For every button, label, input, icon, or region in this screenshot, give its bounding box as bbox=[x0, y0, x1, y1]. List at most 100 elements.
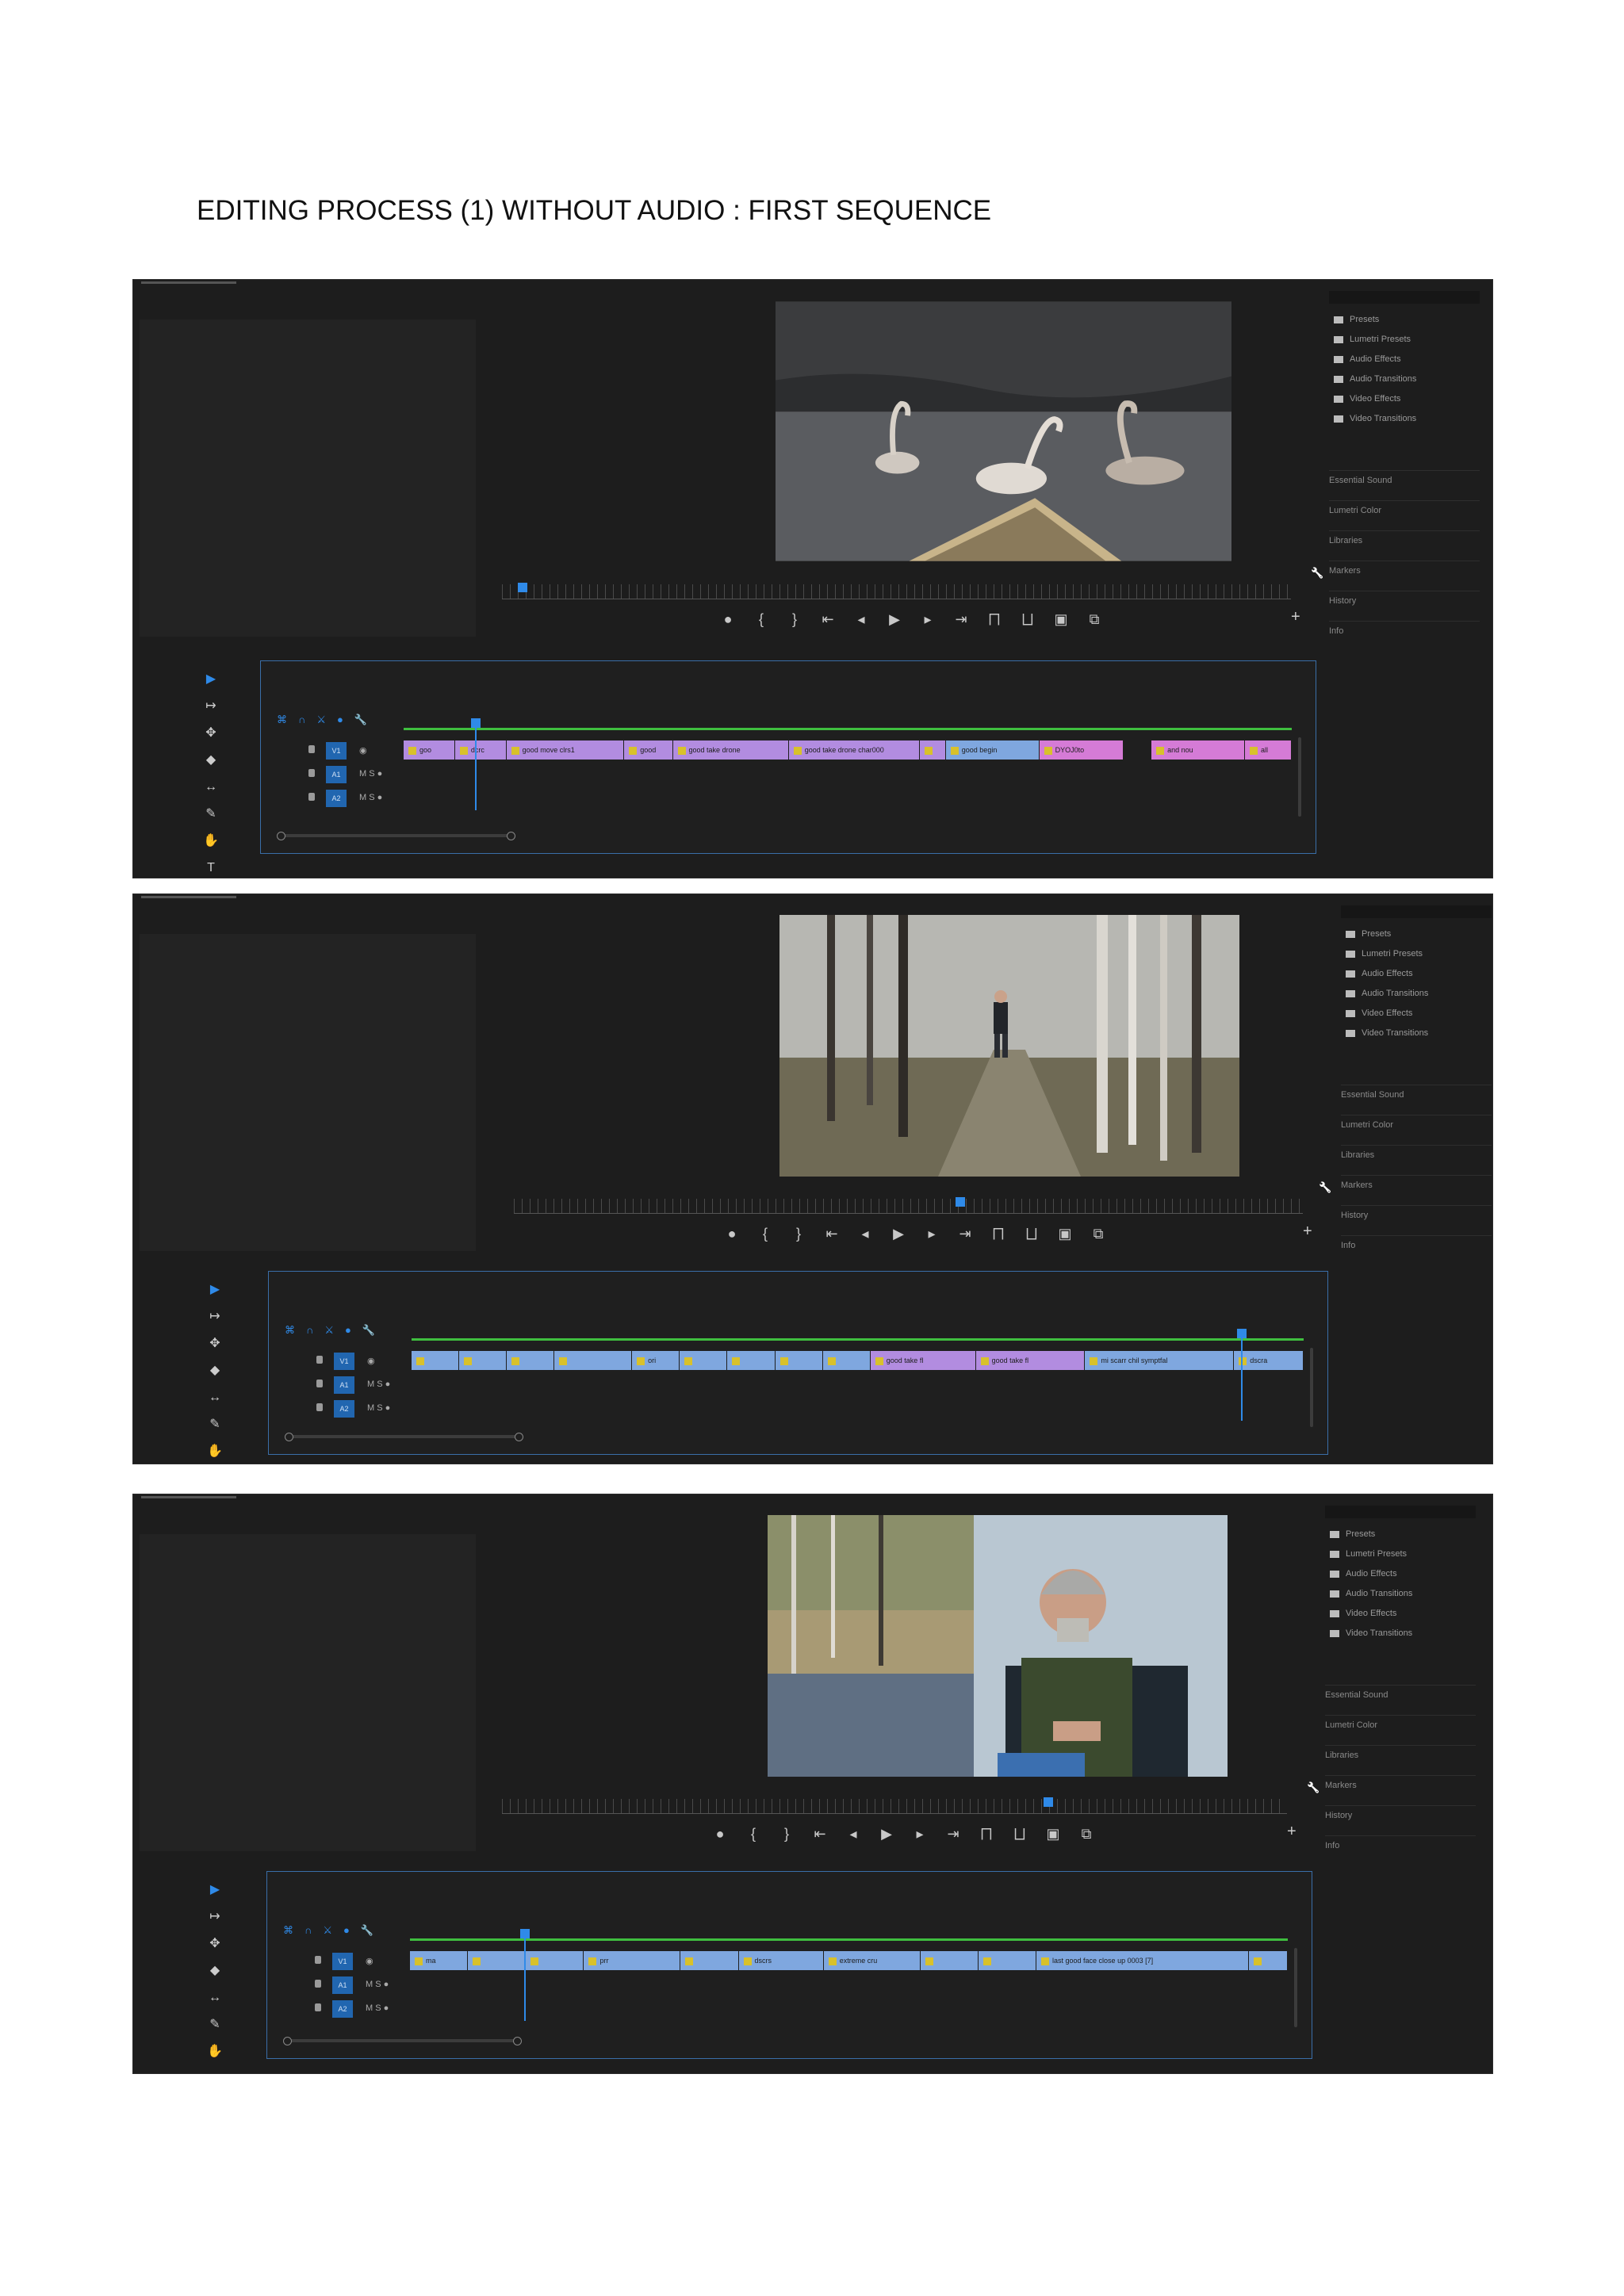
timeline-vertical-scrollbar[interactable] bbox=[1298, 737, 1301, 817]
step-back-icon[interactable]: ◂ bbox=[853, 611, 869, 628]
type-tool-icon[interactable]: T bbox=[207, 2071, 223, 2073]
mark-out-icon[interactable]: } bbox=[787, 611, 802, 628]
effects-folder-item[interactable]: Lumetri Presets bbox=[1330, 1549, 1407, 1559]
extract-icon[interactable]: ⨆ bbox=[1012, 1826, 1028, 1843]
right-panel-section[interactable]: History bbox=[1341, 1205, 1492, 1220]
timeline-clip[interactable] bbox=[1249, 1951, 1288, 1970]
track-select-icon[interactable]: ↦ bbox=[203, 698, 219, 714]
timeline-clip[interactable] bbox=[507, 1351, 555, 1370]
step-back-icon[interactable]: ◂ bbox=[845, 1826, 861, 1843]
timeline-clip[interactable]: prr bbox=[584, 1951, 681, 1970]
timeline-clip[interactable] bbox=[727, 1351, 776, 1370]
selection-tool-icon[interactable]: ▶ bbox=[203, 672, 219, 687]
type-tool-icon[interactable]: T bbox=[203, 860, 219, 876]
step-back-icon[interactable]: ◂ bbox=[857, 1226, 873, 1242]
go-to-out-icon[interactable]: ⇥ bbox=[953, 611, 969, 628]
lock-icon[interactable] bbox=[308, 769, 315, 777]
timeline-vertical-scrollbar[interactable] bbox=[1310, 1348, 1313, 1427]
timeline-clip[interactable] bbox=[822, 1351, 871, 1370]
effects-folder-item[interactable]: Audio Transitions bbox=[1346, 989, 1428, 998]
effects-search-input[interactable] bbox=[1325, 1506, 1476, 1518]
track-header-v1[interactable]: V1 ◉ bbox=[310, 1353, 397, 1370]
timeline-clip[interactable] bbox=[554, 1351, 633, 1370]
lock-icon[interactable] bbox=[316, 1403, 323, 1411]
eye-icon[interactable]: ◉ bbox=[367, 1356, 375, 1366]
add-marker-icon[interactable]: ● bbox=[724, 1226, 740, 1242]
go-to-out-icon[interactable]: ⇥ bbox=[945, 1826, 961, 1843]
selection-tool-icon[interactable]: ▶ bbox=[207, 1882, 223, 1898]
track-target-v1[interactable]: V1 bbox=[334, 1353, 354, 1370]
razor-icon[interactable]: ◆ bbox=[207, 1963, 223, 1979]
timeline-playhead[interactable] bbox=[474, 723, 477, 810]
program-playhead[interactable] bbox=[1044, 1797, 1054, 1807]
mic-icon[interactable]: M S ● bbox=[359, 769, 382, 779]
timeline-clip[interactable]: last good face close up 0003 [7] bbox=[1036, 1951, 1250, 1970]
track-header-v1[interactable]: V1 ◉ bbox=[302, 742, 389, 760]
go-to-in-icon[interactable]: ⇤ bbox=[812, 1826, 828, 1843]
scroll-handle-left[interactable] bbox=[285, 1433, 293, 1441]
lock-icon[interactable] bbox=[308, 793, 315, 801]
razor-icon[interactable]: ◆ bbox=[203, 752, 219, 768]
effects-folder-item[interactable]: Presets bbox=[1330, 1529, 1375, 1539]
effects-folder-item[interactable]: Presets bbox=[1334, 315, 1379, 324]
track-header-v1[interactable]: V1 ◉ bbox=[308, 1953, 396, 1970]
right-panel-section[interactable]: Libraries bbox=[1325, 1745, 1476, 1760]
timeline-clip[interactable] bbox=[680, 1351, 728, 1370]
effects-search-input[interactable] bbox=[1341, 905, 1492, 918]
right-panel-section[interactable]: Essential Sound bbox=[1325, 1685, 1476, 1700]
pen-tool-icon[interactable]: ✎ bbox=[203, 806, 219, 822]
mark-out-icon[interactable]: } bbox=[779, 1826, 795, 1843]
timeline-playhead[interactable] bbox=[1241, 1334, 1243, 1421]
timeline-clip[interactable]: mi scarr chil symptfal bbox=[1085, 1351, 1235, 1370]
hand-tool-icon[interactable]: ✋ bbox=[207, 2044, 223, 2060]
go-to-in-icon[interactable]: ⇤ bbox=[824, 1226, 840, 1242]
hand-tool-icon[interactable]: ✋ bbox=[207, 1444, 223, 1460]
pen-tool-icon[interactable]: ✎ bbox=[207, 1417, 223, 1433]
step-forward-icon[interactable]: ▸ bbox=[924, 1226, 940, 1242]
timeline-settings-icon[interactable]: 🔧 bbox=[361, 1924, 385, 1936]
timeline-clip[interactable]: dcrc bbox=[454, 740, 507, 760]
right-panel-section[interactable]: Info bbox=[1341, 1235, 1492, 1250]
play-icon[interactable]: ▶ bbox=[887, 611, 902, 628]
effects-folder-item[interactable]: Video Effects bbox=[1334, 394, 1400, 404]
wrench-icon[interactable]: 🔧 bbox=[1307, 1781, 1320, 1794]
compare-icon[interactable]: ⧉ bbox=[1086, 611, 1102, 628]
extract-icon[interactable]: ⨆ bbox=[1020, 611, 1036, 628]
program-time-ruler[interactable] bbox=[502, 584, 1291, 599]
compare-icon[interactable]: ⧉ bbox=[1078, 1826, 1094, 1843]
program-playhead[interactable] bbox=[517, 583, 527, 592]
right-panel-section[interactable]: Libraries bbox=[1329, 530, 1480, 545]
ripple-edit-icon[interactable]: ✥ bbox=[203, 725, 219, 741]
timeline-clip[interactable] bbox=[459, 1351, 508, 1370]
track-target-a2[interactable]: A2 bbox=[326, 790, 347, 807]
right-panel-section[interactable]: Lumetri Color bbox=[1341, 1115, 1492, 1130]
right-panel-section[interactable]: Markers bbox=[1329, 561, 1480, 576]
slip-tool-icon[interactable]: ↔ bbox=[207, 1990, 223, 2006]
go-to-out-icon[interactable]: ⇥ bbox=[957, 1226, 973, 1242]
right-panel-section[interactable]: Libraries bbox=[1341, 1145, 1492, 1160]
snap-icon[interactable]: ∩ bbox=[304, 1924, 323, 1936]
right-panel-section[interactable]: Info bbox=[1329, 621, 1480, 636]
right-panel-section[interactable]: Lumetri Color bbox=[1325, 1715, 1476, 1730]
track-target-a2[interactable]: A2 bbox=[334, 1400, 354, 1418]
lock-icon[interactable] bbox=[308, 745, 315, 753]
timeline-vertical-scrollbar[interactable] bbox=[1294, 1948, 1297, 2027]
selection-tool-icon[interactable]: ▶ bbox=[207, 1282, 223, 1298]
add-marker-icon[interactable]: ● bbox=[345, 1324, 362, 1336]
linked-selection-icon[interactable]: ⚔ bbox=[323, 1924, 343, 1936]
step-forward-icon[interactable]: ▸ bbox=[912, 1826, 928, 1843]
timeline-clip[interactable] bbox=[919, 740, 946, 760]
button-editor-icon[interactable]: + bbox=[1287, 1823, 1297, 1841]
timeline-horizontal-scrollbar[interactable] bbox=[283, 2037, 522, 2045]
effects-search-input[interactable] bbox=[1329, 291, 1480, 304]
lock-icon[interactable] bbox=[315, 1956, 321, 1964]
effects-folder-item[interactable]: Audio Transitions bbox=[1334, 374, 1416, 384]
timeline-clip[interactable]: and nou bbox=[1151, 740, 1246, 760]
effects-folder-item[interactable]: Lumetri Presets bbox=[1334, 335, 1411, 344]
right-panel-section[interactable]: History bbox=[1329, 591, 1480, 606]
extract-icon[interactable]: ⨆ bbox=[1024, 1226, 1040, 1242]
pen-tool-icon[interactable]: ✎ bbox=[207, 2017, 223, 2033]
mark-in-icon[interactable]: { bbox=[745, 1826, 761, 1843]
right-panel-section[interactable]: History bbox=[1325, 1805, 1476, 1820]
play-icon[interactable]: ▶ bbox=[891, 1226, 906, 1242]
